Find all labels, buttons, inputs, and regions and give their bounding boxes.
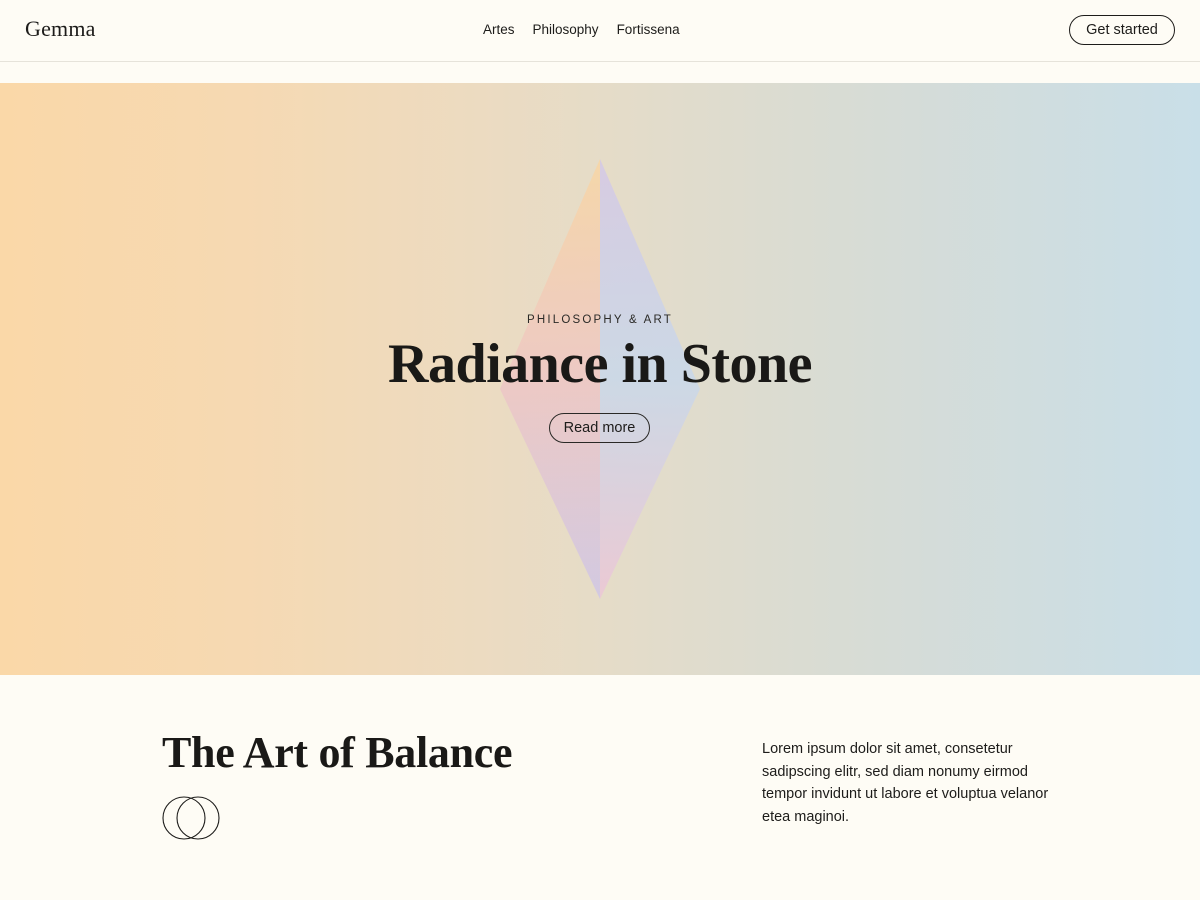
- section-body-text: Lorem ipsum dolor sit amet, consetetur s…: [762, 741, 1049, 826]
- read-more-button[interactable]: Read more: [549, 413, 650, 443]
- section-title: The Art of Balance: [162, 728, 513, 777]
- nav-item-artes[interactable]: Artes: [483, 22, 515, 37]
- hero-title: Radiance in Stone: [388, 333, 813, 395]
- nav-item-philosophy[interactable]: Philosophy: [533, 22, 599, 37]
- logo[interactable]: Gemma: [25, 16, 96, 42]
- overlapping-rings-icon: [162, 796, 220, 840]
- hero-eyebrow: PHILOSOPHY & ART: [527, 314, 673, 326]
- hero-banner: PHILOSOPHY & ART Radiance in Stone Read …: [0, 83, 1200, 675]
- site-header: Gemma Artes Philosophy Fortissena Get st…: [0, 0, 1200, 62]
- nav-item-fortissena[interactable]: Fortissena: [617, 22, 680, 37]
- main-nav: Artes Philosophy Fortissena: [483, 22, 680, 37]
- get-started-button[interactable]: Get started: [1069, 15, 1175, 45]
